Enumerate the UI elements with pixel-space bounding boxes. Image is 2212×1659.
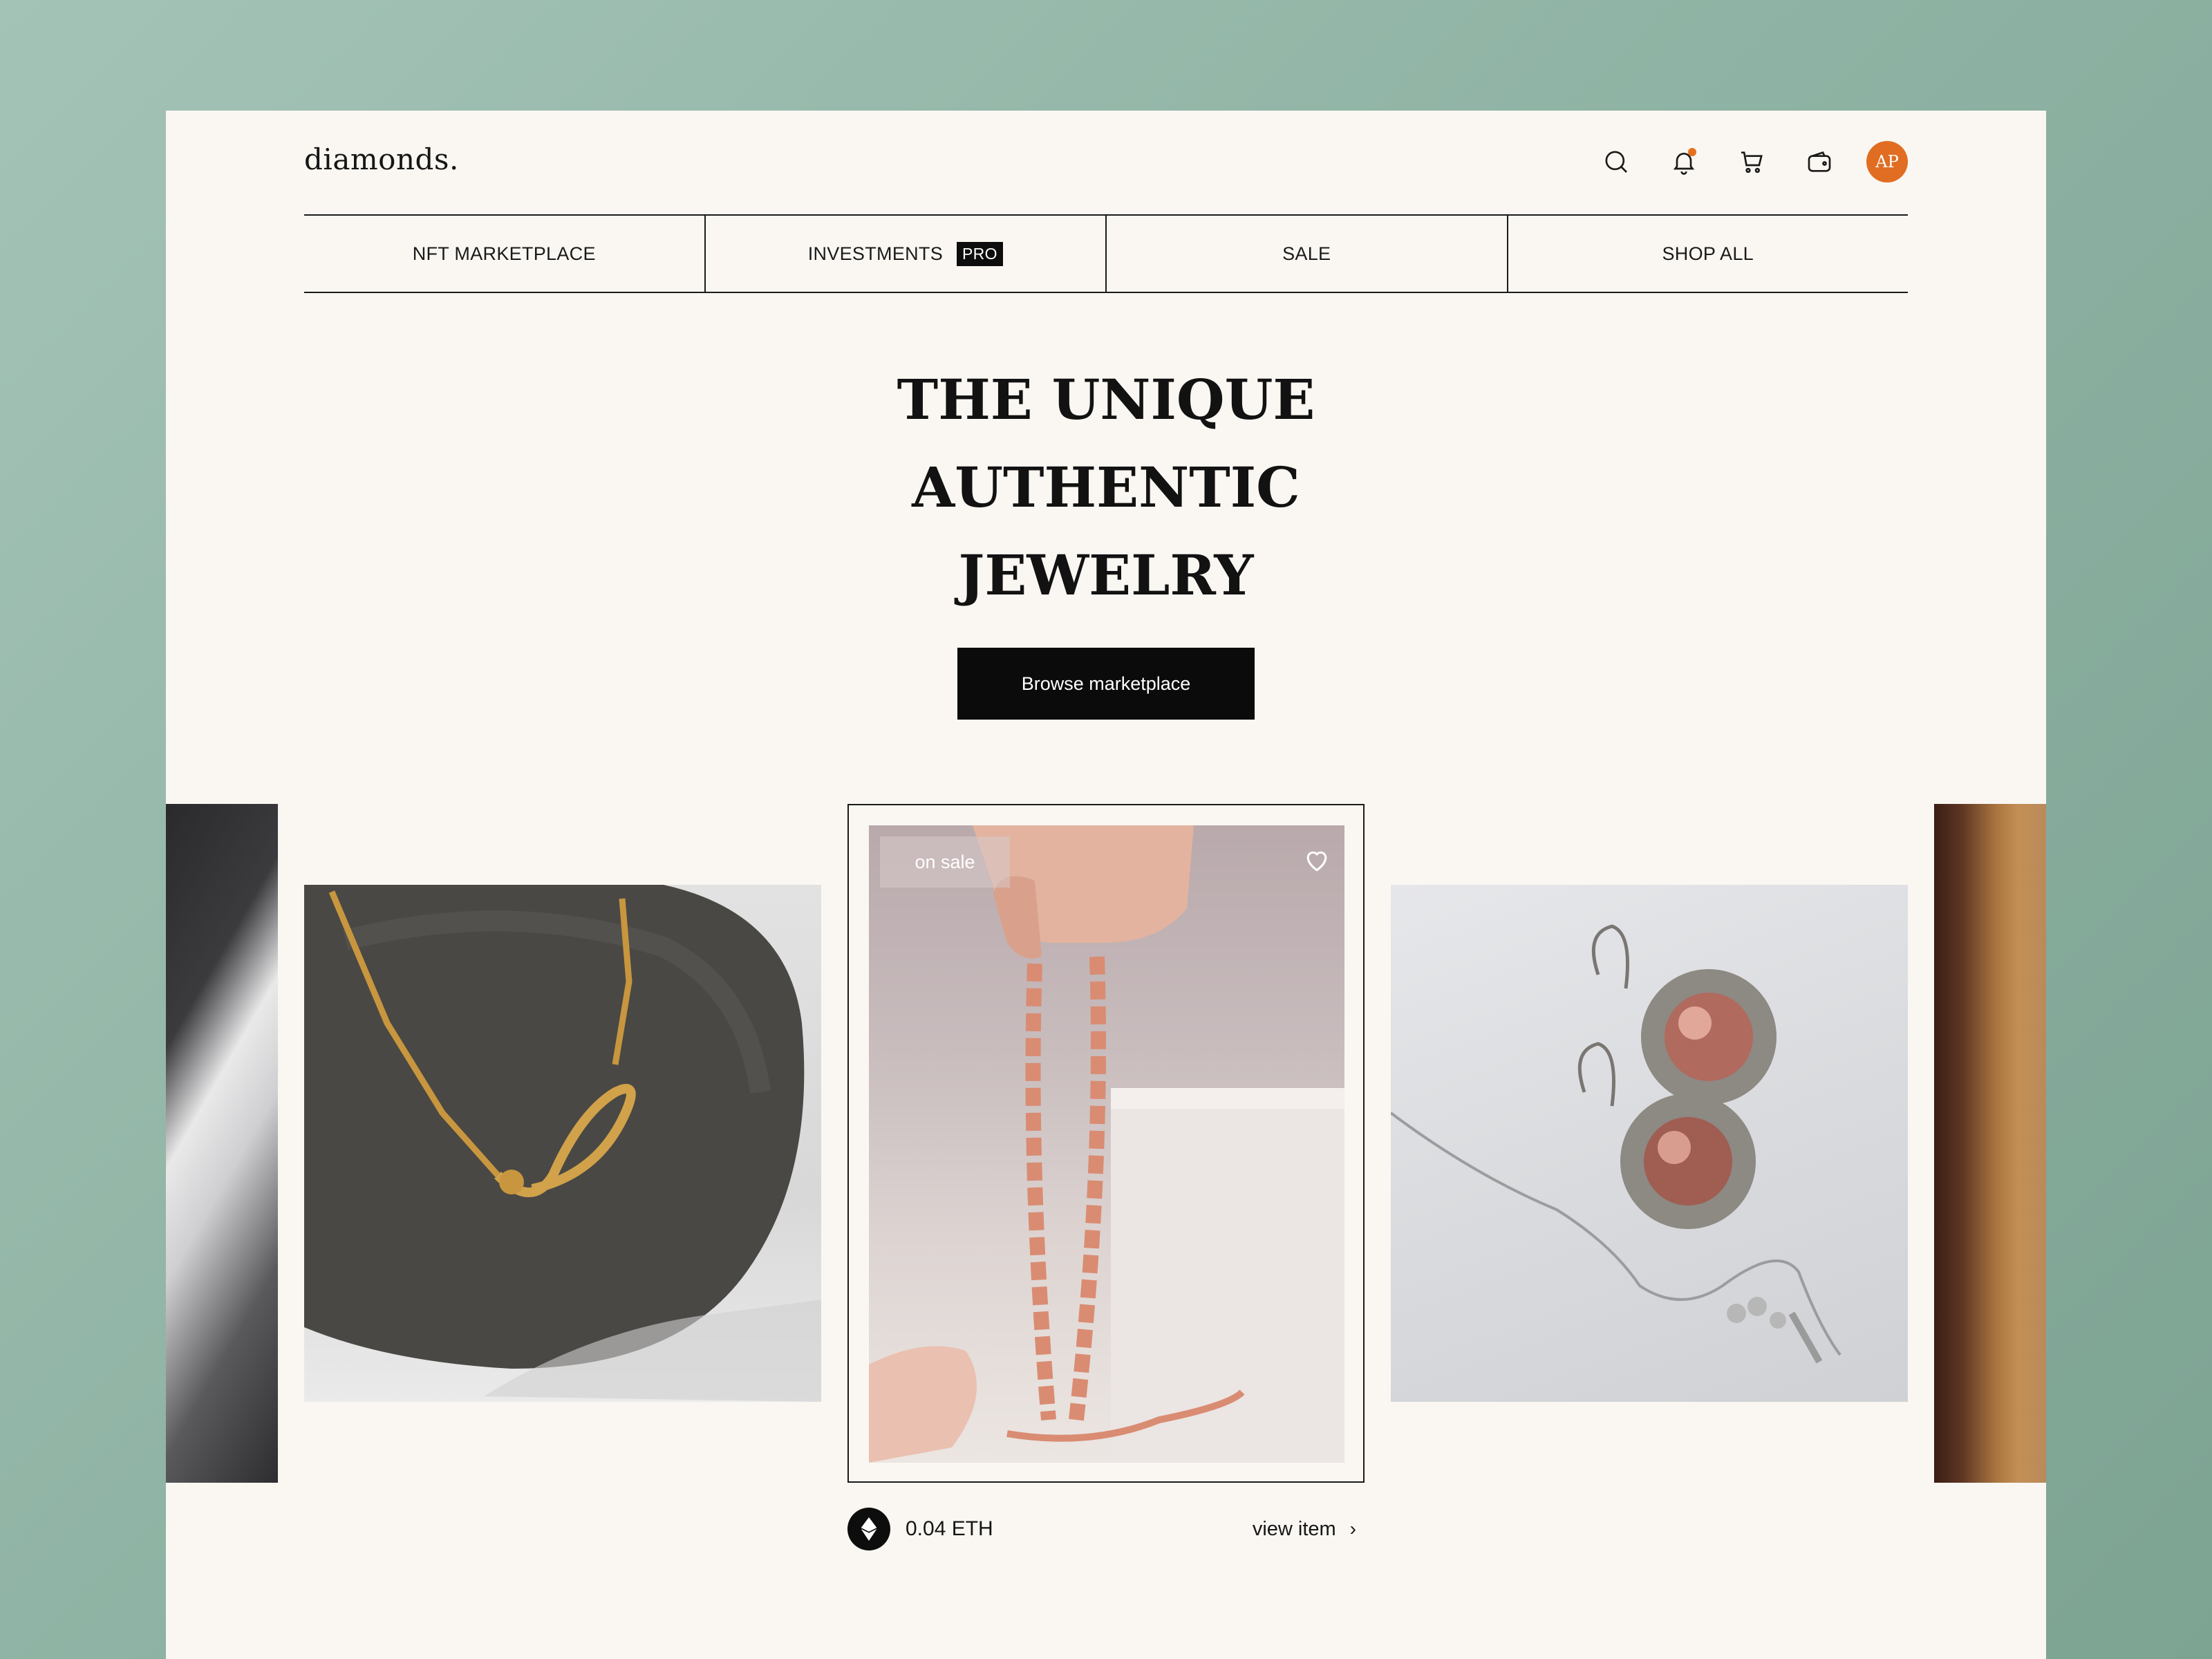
featured-item-image[interactable]: on sale bbox=[869, 825, 1344, 1463]
nav-item-label: INVESTMENTS bbox=[807, 243, 944, 264]
main-nav: NFT MARKETPLACE INVESTMENTS PRO SALE SHO… bbox=[304, 214, 1908, 293]
nav-item-label: SHOP ALL bbox=[1662, 243, 1754, 264]
logo[interactable]: diamonds. bbox=[304, 142, 459, 176]
nav-item-sale[interactable]: SALE bbox=[1107, 216, 1508, 292]
hero-title-line: JEWELRY bbox=[958, 543, 1254, 608]
bell-icon[interactable] bbox=[1669, 147, 1699, 177]
gallery-image-gold-necklace[interactable] bbox=[304, 885, 821, 1402]
gallery-image-partial-right[interactable] bbox=[1934, 804, 2046, 1483]
hero-title: THE UNIQUE AUTHENTIC JEWELRY bbox=[166, 356, 2046, 619]
header-icons: AP bbox=[1601, 141, 1908, 182]
on-sale-tag: on sale bbox=[880, 836, 1010, 888]
pro-badge: PRO bbox=[957, 241, 1003, 266]
cart-icon[interactable] bbox=[1736, 147, 1767, 177]
nav-item-shop-all[interactable]: SHOP ALL bbox=[1508, 216, 1909, 292]
ethereum-icon bbox=[847, 1508, 890, 1550]
heart-icon[interactable] bbox=[1302, 845, 1332, 875]
hero-title-line: THE UNIQUE bbox=[897, 367, 1315, 432]
gallery-image-partial-left[interactable] bbox=[166, 804, 278, 1483]
page: diamonds. AP NFT MARKETPLACE INVESTMENTS… bbox=[166, 111, 2046, 1659]
avatar[interactable]: AP bbox=[1866, 141, 1908, 182]
browse-marketplace-button[interactable]: Browse marketplace bbox=[957, 648, 1255, 720]
nav-item-nft-marketplace[interactable]: NFT MARKETPLACE bbox=[304, 216, 706, 292]
item-price: 0.04 ETH bbox=[906, 1517, 993, 1540]
search-icon[interactable] bbox=[1601, 147, 1631, 177]
hero-title-line: AUTHENTIC bbox=[912, 455, 1300, 520]
notification-dot bbox=[1688, 148, 1696, 156]
nav-item-label: SALE bbox=[1282, 243, 1331, 264]
nav-item-investments[interactable]: INVESTMENTS PRO bbox=[706, 216, 1107, 292]
view-item-link[interactable]: view item › bbox=[1253, 1518, 1356, 1541]
featured-item-card[interactable]: on sale bbox=[847, 804, 1365, 1483]
gallery-image-earrings[interactable] bbox=[1391, 885, 1908, 1402]
wallet-icon[interactable] bbox=[1804, 147, 1835, 177]
chevron-right-icon: › bbox=[1349, 1518, 1356, 1539]
featured-item-footer: 0.04 ETH view item › bbox=[847, 1505, 1365, 1553]
view-item-label: view item bbox=[1252, 1517, 1336, 1540]
nav-item-label: NFT MARKETPLACE bbox=[412, 243, 596, 264]
